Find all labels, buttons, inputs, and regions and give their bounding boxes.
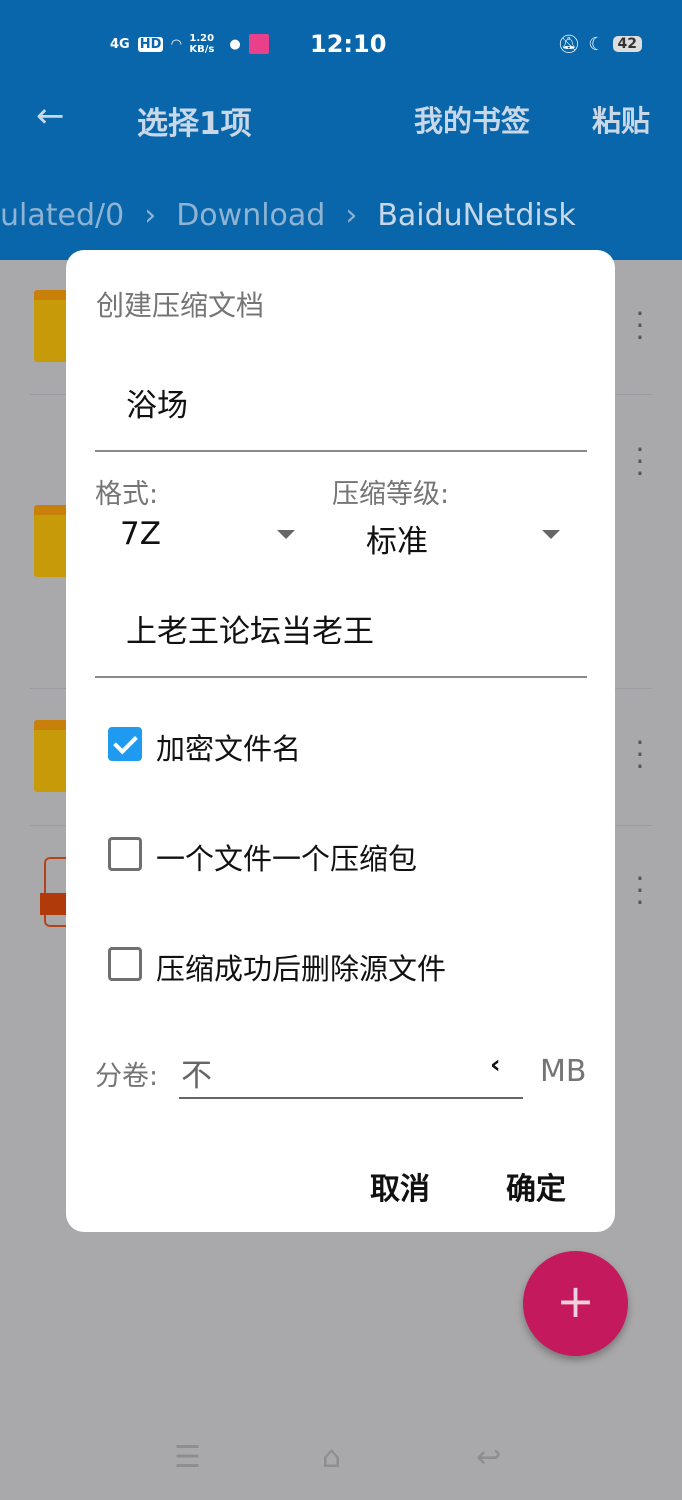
breadcrumb-item[interactable]: Download xyxy=(176,198,325,233)
password-input[interactable]: 上老王论坛当老王 xyxy=(126,606,374,651)
wifi-icon: ◠ xyxy=(171,36,182,52)
ok-button[interactable]: 确定 xyxy=(506,1164,566,1208)
chevron-right-icon: › xyxy=(144,198,157,233)
mute-icon: 🔕︎ xyxy=(557,33,581,55)
bookmarks-button[interactable]: 我的书签 xyxy=(414,98,530,140)
level-select[interactable]: 标准 xyxy=(366,516,428,561)
more-options-icon[interactable]: · · · xyxy=(632,300,648,352)
cancel-button[interactable]: 取消 xyxy=(370,1164,430,1208)
more-options-icon[interactable]: · · · xyxy=(632,729,648,781)
checkbox-label[interactable]: 一个文件一个压缩包 xyxy=(156,836,417,878)
breadcrumb: ulated/0 › Download › BaiduNetdisk xyxy=(0,198,576,233)
paste-button[interactable]: 粘贴 xyxy=(592,98,650,140)
add-fab-button[interactable]: + xyxy=(523,1251,628,1356)
input-underline xyxy=(95,676,587,678)
archive-name-input[interactable]: 浴场 xyxy=(126,380,188,425)
signal-icon: 4G xyxy=(110,36,130,52)
back-nav-icon[interactable]: ↩ xyxy=(476,1440,501,1475)
hd-icon: HD xyxy=(137,36,164,52)
app-header: 4G HD ◠ 1.20 KB/s ● 12:10 🔕︎ ☾ 42 ← 选择1项… xyxy=(0,0,682,260)
moon-icon: ☾ xyxy=(588,33,605,55)
network-speed: 1.20 KB/s xyxy=(189,33,215,55)
input-underline xyxy=(179,1097,523,1099)
battery-icon: 42 xyxy=(612,36,642,52)
format-select[interactable]: 7Z xyxy=(120,516,161,552)
more-options-icon[interactable]: · · · xyxy=(632,436,648,488)
dropdown-arrow-icon[interactable] xyxy=(542,530,560,539)
split-unit: MB xyxy=(540,1054,587,1089)
clock: 12:10 xyxy=(310,30,387,58)
app-notification-icon xyxy=(248,34,269,54)
home-icon[interactable]: ⌂ xyxy=(322,1440,341,1475)
menu-icon[interactable]: ☰ xyxy=(174,1440,201,1475)
breadcrumb-item[interactable]: BaiduNetdisk xyxy=(377,198,575,233)
split-label: 分卷: xyxy=(95,1061,159,1092)
input-underline xyxy=(95,450,587,452)
status-bar: 4G HD ◠ 1.20 KB/s ● 12:10 🔕︎ ☾ 42 xyxy=(110,28,642,60)
back-arrow-icon[interactable]: ← xyxy=(36,96,65,136)
checkbox-label[interactable]: 加密文件名 xyxy=(156,726,301,768)
checkbox-label[interactable]: 压缩成功后删除源文件 xyxy=(156,946,446,988)
wechat-icon: ● xyxy=(229,36,241,52)
split-input[interactable]: 不 xyxy=(181,1050,212,1095)
more-options-icon[interactable]: · · · xyxy=(632,865,648,917)
chevron-left-icon[interactable]: ‹ xyxy=(490,1050,501,1080)
chevron-right-icon: › xyxy=(345,198,358,233)
format-label: 格式: xyxy=(95,479,159,510)
level-label: 压缩等级: xyxy=(332,479,450,510)
dialog-title: 创建压缩文档 xyxy=(96,289,265,322)
page-title: 选择1项 xyxy=(137,106,252,142)
delete-source-checkbox[interactable] xyxy=(108,947,142,981)
dropdown-arrow-icon[interactable] xyxy=(277,530,295,539)
one-archive-per-file-checkbox[interactable] xyxy=(108,837,142,871)
encrypt-filename-checkbox[interactable] xyxy=(108,727,142,761)
create-archive-dialog: 创建压缩文档 浴场 格式: 压缩等级: 7Z 标准 上老王论坛当老王 加密文件名… xyxy=(66,250,615,1232)
breadcrumb-item[interactable]: ulated/0 xyxy=(0,198,124,233)
